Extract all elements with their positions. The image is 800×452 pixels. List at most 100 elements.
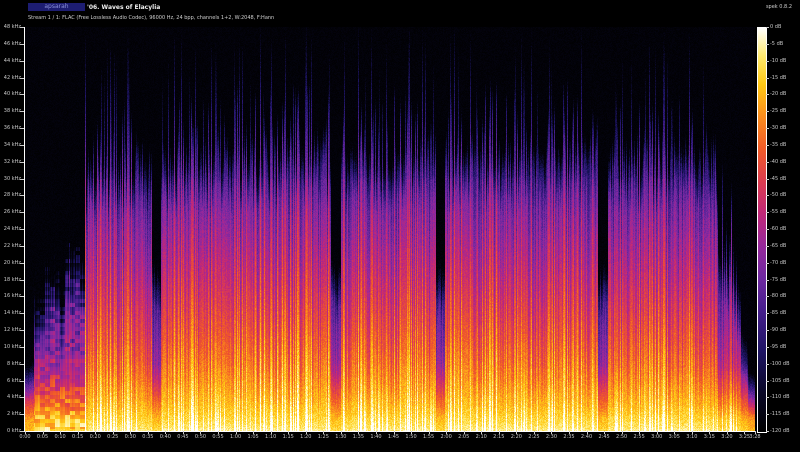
db-tick-label: -20 dB: [770, 91, 786, 97]
frequency-tick-mark: [20, 347, 24, 348]
db-tick-mark: [766, 246, 769, 247]
time-tick-mark: [587, 431, 588, 434]
time-tick-label: 1:55: [423, 434, 434, 440]
frequency-tick-label: 34 kHz: [0, 142, 21, 148]
time-tick-label: 0:55: [212, 434, 223, 440]
db-tick-label: -100 dB: [770, 361, 790, 367]
time-tick-label: 1:45: [388, 434, 399, 440]
time-tick-label: 2:00: [441, 434, 452, 440]
db-tick-mark: [766, 347, 769, 348]
db-tick-label: -120 dB: [770, 428, 790, 434]
time-tick-label: 1:50: [405, 434, 416, 440]
time-tick-label: 2:15: [493, 434, 504, 440]
frequency-tick-label: 38 kHz: [0, 108, 21, 114]
time-tick-label: 2:50: [616, 434, 627, 440]
frequency-tick-label: 6 kHz: [0, 378, 21, 384]
time-tick-label: 1:00: [230, 434, 241, 440]
time-tick-label: 3:20: [721, 434, 732, 440]
frequency-tick-label: 46 kHz: [0, 41, 21, 47]
time-tick-mark: [236, 431, 237, 434]
time-tick-mark: [358, 431, 359, 434]
db-tick-label: -60 dB: [770, 226, 786, 232]
db-tick-label: -30 dB: [770, 125, 786, 131]
time-tick-mark: [95, 431, 96, 434]
time-tick-label: 1:30: [335, 434, 346, 440]
time-tick-label: 0:10: [54, 434, 65, 440]
db-tick-mark: [766, 431, 769, 432]
time-tick-label: 3:28: [749, 434, 760, 440]
time-tick-mark: [604, 431, 605, 434]
db-tick-label: -10 dB: [770, 58, 786, 64]
db-tick-label: -70 dB: [770, 260, 786, 266]
frequency-tick-mark: [20, 94, 24, 95]
frequency-tick-label: 12 kHz: [0, 327, 21, 333]
time-tick-mark: [148, 431, 149, 434]
frequency-tick-label: 26 kHz: [0, 209, 21, 215]
db-tick-label: -25 dB: [770, 108, 786, 114]
time-tick-label: 2:05: [458, 434, 469, 440]
time-tick-mark: [376, 431, 377, 434]
db-tick-label: -80 dB: [770, 293, 786, 299]
db-tick-mark: [766, 280, 769, 281]
db-tick-label: -85 dB: [770, 310, 786, 316]
frequency-tick-label: 22 kHz: [0, 243, 21, 249]
time-tick-mark: [288, 431, 289, 434]
time-tick-label: 0:20: [90, 434, 101, 440]
time-tick-label: 0:15: [72, 434, 83, 440]
db-tick-mark: [766, 296, 769, 297]
frequency-axis-line: [24, 27, 25, 432]
time-tick-label: 2:20: [511, 434, 522, 440]
db-tick-mark: [766, 263, 769, 264]
frequency-tick-label: 0 kHz: [0, 428, 21, 434]
frequency-tick-mark: [20, 313, 24, 314]
time-tick-mark: [481, 431, 482, 434]
time-tick-label: 0:05: [37, 434, 48, 440]
time-tick-mark: [218, 431, 219, 434]
time-tick-mark: [692, 431, 693, 434]
frequency-tick-label: 20 kHz: [0, 260, 21, 266]
spek-window: apsarah '06. Waves of Elacylia Stream 1 …: [0, 0, 800, 452]
time-tick-mark: [709, 431, 710, 434]
db-tick-mark: [766, 145, 769, 146]
time-tick-mark: [60, 431, 61, 434]
time-tick-mark: [551, 431, 552, 434]
db-tick-mark: [766, 179, 769, 180]
time-tick-mark: [25, 431, 26, 434]
time-tick-mark: [323, 431, 324, 434]
time-tick-label: 0:25: [107, 434, 118, 440]
frequency-tick-label: 8 kHz: [0, 361, 21, 367]
time-tick-mark: [253, 431, 254, 434]
stream-info: Stream 1 / 1: FLAC (Free Lossless Audio …: [28, 15, 274, 21]
time-tick-label: 3:05: [669, 434, 680, 440]
db-tick-label: -50 dB: [770, 192, 786, 198]
frequency-tick-mark: [20, 145, 24, 146]
db-tick-mark: [766, 27, 769, 28]
time-tick-label: 2:35: [563, 434, 574, 440]
db-tick-mark: [766, 111, 769, 112]
frequency-tick-label: 4 kHz: [0, 394, 21, 400]
db-tick-mark: [766, 364, 769, 365]
frequency-tick-label: 40 kHz: [0, 91, 21, 97]
db-tick-mark: [766, 229, 769, 230]
db-tick-mark: [766, 313, 769, 314]
time-tick-label: 2:30: [546, 434, 557, 440]
db-legend-gradient-bar: [757, 27, 767, 433]
frequency-tick-label: 14 kHz: [0, 310, 21, 316]
frequency-tick-mark: [20, 44, 24, 45]
frequency-tick-mark: [20, 111, 24, 112]
frequency-tick-label: 48 kHz: [0, 24, 21, 30]
time-tick-mark: [569, 431, 570, 434]
frequency-tick-label: 32 kHz: [0, 159, 21, 165]
db-tick-label: -95 dB: [770, 344, 786, 350]
frequency-tick-label: 28 kHz: [0, 192, 21, 198]
frequency-tick-mark: [20, 381, 24, 382]
db-tick-mark: [766, 212, 769, 213]
time-tick-label: 2:55: [634, 434, 645, 440]
time-tick-label: 2:25: [528, 434, 539, 440]
frequency-tick-mark: [20, 195, 24, 196]
time-tick-label: 2:10: [476, 434, 487, 440]
db-tick-label: -55 dB: [770, 209, 786, 215]
time-tick-label: 3:00: [651, 434, 662, 440]
frequency-tick-mark: [20, 263, 24, 264]
db-tick-mark: [766, 78, 769, 79]
